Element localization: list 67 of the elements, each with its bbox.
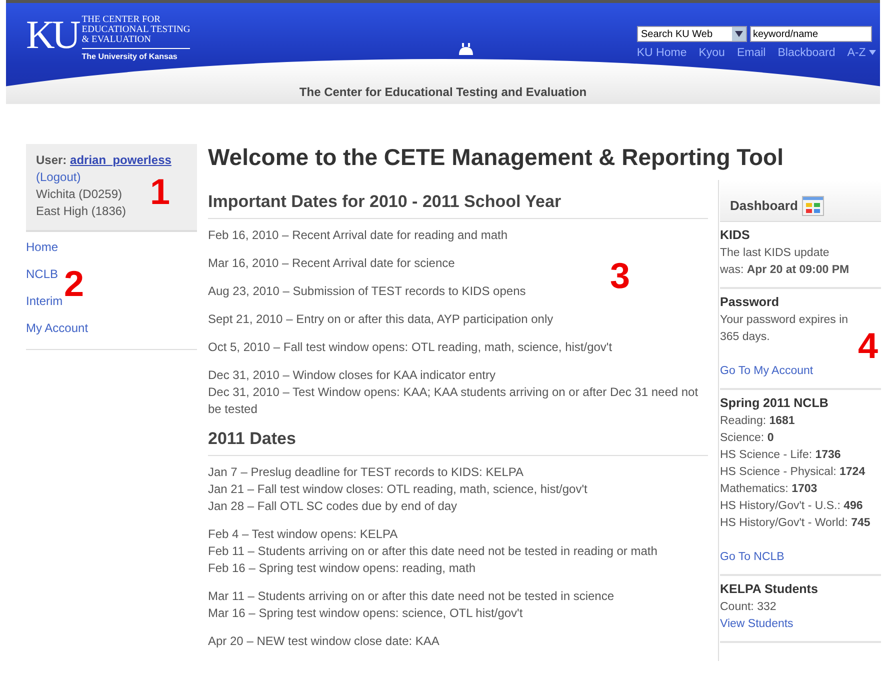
stat-line: HS History/Gov't - World: 745: [720, 516, 872, 531]
date-entry: Mar 16, 2010 – Recent Arrival date for science: [208, 254, 456, 272]
dashboard-title: Dashboard: [730, 197, 798, 216]
callout-number: 1: [150, 178, 170, 206]
stat-line: Reading: 1681: [720, 414, 796, 429]
stat-line: HS History/Gov't - U.S.: 496: [720, 498, 864, 514]
panel-link[interactable]: View Students: [720, 618, 794, 630]
search-field[interactable]: keyword/name: [750, 26, 872, 42]
date-entry: Sept 21, 2010 – Entry on or after this data, AYP participation only: [208, 310, 554, 328]
header-link[interactable]: A-Z: [847, 45, 876, 62]
date-entry: Mar 16 – Spring test window opens: science, OTL hist/gov't: [208, 605, 524, 622]
date-entry: Feb 16 – Spring test window opens: reading, math: [208, 560, 476, 578]
callout-number: 2: [64, 270, 84, 298]
panel-link[interactable]: Go To NCLB: [720, 550, 784, 563]
logout-link[interactable]: (Logout): [36, 170, 81, 184]
date-entry: Jan 7 – Preslug deadline for TEST records to KIDS: KELPA: [208, 464, 524, 482]
panel-heading: KELPA Students: [720, 582, 819, 597]
caret-icon: [869, 50, 876, 56]
logo-text-line: EDUCATIONAL TESTING: [82, 25, 190, 35]
logo-mark: KU: [26, 15, 78, 59]
school-text: East High (1836): [36, 203, 126, 220]
panel-heading: Spring 2011 NCLB: [720, 396, 830, 411]
user-label: User:: [36, 153, 67, 167]
logo-text-line: & EVALUATION: [82, 35, 152, 45]
panel-text: Count: 332: [720, 600, 778, 615]
nav-link[interactable]: My Account: [26, 319, 88, 337]
stat-line: HS Science - Physical: 1724: [720, 464, 866, 480]
header-link[interactable]: Email: [736, 45, 766, 62]
stat-line: Mathematics: 1703: [720, 482, 818, 497]
caret-icon: [735, 31, 743, 37]
date-entry: Feb 4 – Test window opens: KELPA: [208, 526, 399, 544]
nav-link[interactable]: Interim: [26, 292, 63, 310]
username-link[interactable]: adrian_powerless: [70, 153, 172, 167]
panel-heading: KIDS: [720, 228, 751, 243]
section-heading: 2011 Dates: [208, 428, 708, 456]
logo-text-line: THE CENTER FOR: [82, 15, 162, 25]
header-link[interactable]: KU Home: [636, 45, 687, 62]
date-entry: Oct 5, 2010 – Fall test window opens: OTL reading, math, science, hist/gov't: [208, 338, 614, 356]
university-name: The University of Kansas: [82, 48, 190, 63]
district-text: Wichita (D0259): [36, 186, 122, 203]
stat-line: Science: 0: [720, 430, 775, 446]
nav-link[interactable]: NCLB: [26, 265, 58, 283]
date-entry: Dec 31, 2010 – Window closes for KAA indicator entry: [208, 366, 496, 384]
date-entry: Feb 16, 2010 – Recent Arrival date for reading and math: [208, 226, 509, 244]
stat-line: HS Science - Life: 1736: [720, 448, 842, 463]
date-entry: Feb 11 – Students arriving on or after this date need not be tested in reading or math: [208, 543, 658, 560]
banner-title: The Center for Educational Testing and Evaluation: [299, 84, 587, 101]
header-link[interactable]: Kyou: [698, 45, 725, 62]
date-entry: Dec 31, 2010 – Test Window opens: KAA; KAA students arriving on or after Dec 31 need not be tested: [208, 384, 700, 418]
header-link[interactable]: Blackboard: [778, 45, 836, 62]
callout-number: 3: [610, 262, 630, 290]
panel-text: Your password expires in 365 days.: [720, 312, 850, 345]
mascot-icon: [457, 43, 475, 55]
search-scope-dropdown[interactable]: Search KU Web: [637, 26, 747, 42]
page-title: Welcome to the CETE Management & Reporting Tool: [208, 144, 784, 172]
panel-heading: Password: [720, 294, 780, 310]
date-entry: Apr 20 – NEW test window close date: KAA: [208, 633, 440, 650]
section-heading: Important Dates for 2010 - 2011 School Year: [208, 192, 708, 219]
date-entry: Jan 28 – Fall OTL SC codes due by end of day: [208, 498, 458, 516]
date-entry: Aug 23, 2010 – Submission of TEST records to KIDS opens: [208, 282, 527, 300]
date-entry: Jan 21 – Fall test window closes: OTL reading, math, science, hist/gov't: [208, 481, 588, 498]
panel-link[interactable]: Go To My Account: [720, 364, 814, 377]
nav-link[interactable]: Home: [26, 238, 58, 256]
panel-text: The last KIDS update was: Apr 20 at 09:00 PM: [720, 246, 850, 278]
dashboard-grid-icon: [802, 196, 824, 216]
date-entry: Mar 11 – Students arriving on or after this date need not be tested in science: [208, 588, 616, 606]
callout-number: 4: [858, 332, 878, 360]
